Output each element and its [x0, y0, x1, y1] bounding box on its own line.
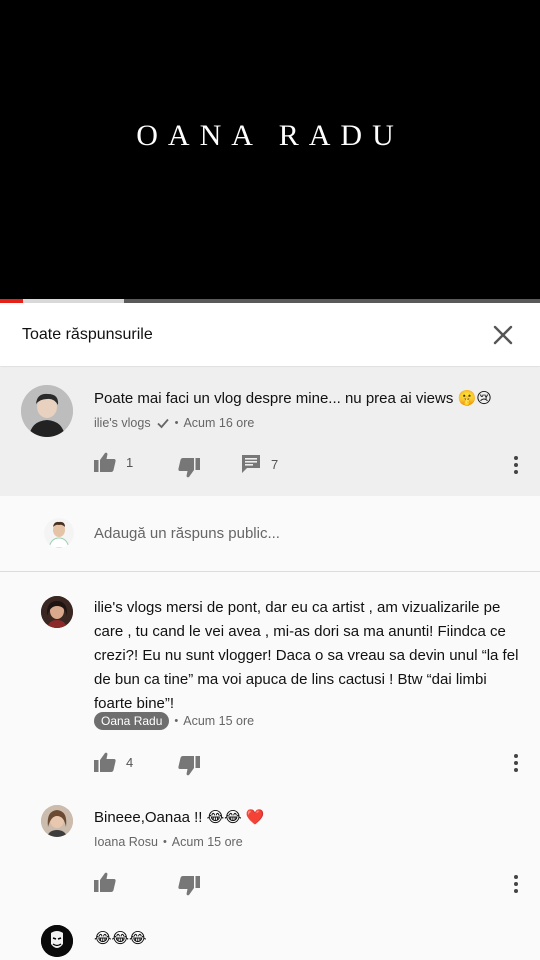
like-count: 1 — [126, 454, 134, 470]
comment-actions — [0, 870, 540, 900]
comment-meta: Ioana Rosu • Acum 15 ore — [94, 835, 243, 849]
comment-text: Poate mai faci un vlog despre mine... nu… — [94, 390, 492, 407]
reply-comment: Bineee,Oanaa !! 😂😂 ❤️ Ioana Rosu • Acum … — [0, 792, 540, 917]
close-icon — [493, 325, 513, 345]
dislike-button[interactable] — [178, 458, 200, 478]
panel-title: Toate răspunsurile — [22, 326, 153, 343]
reply-count: 7 — [271, 456, 279, 472]
comment-meta: ilie's vlogs • Acum 16 ore — [94, 416, 254, 430]
comment-time: Acum 15 ore — [171, 835, 243, 849]
video-player[interactable]: OANA RADU — [0, 0, 540, 300]
comment-text: ilie's vlogs mersi de pont, dar eu ca ar… — [94, 599, 519, 712]
top-comment: Poate mai faci un vlog despre mine... nu… — [0, 368, 540, 496]
comment-author[interactable]: ilie's vlogs — [94, 416, 151, 430]
avatar[interactable] — [41, 805, 73, 837]
comment-text: Bineee,Oanaa !! 😂😂 ❤️ — [94, 809, 265, 826]
more-vert-icon — [514, 875, 518, 893]
comment-actions: 4 — [0, 750, 540, 780]
reply-button[interactable]: 7 — [241, 454, 278, 474]
comment-text: 😂😂😂 — [94, 930, 147, 947]
dislike-button[interactable] — [178, 756, 200, 776]
replies-panel-header: Toate răspunsurile — [0, 303, 540, 367]
reply-comment-icon — [242, 455, 260, 473]
verified-check-icon — [156, 418, 169, 429]
separator-dot: • — [162, 836, 167, 848]
more-options-button[interactable] — [506, 751, 526, 775]
reply-comment: ilie's vlogs mersi de pont, dar eu ca ar… — [0, 572, 540, 792]
dislike-button[interactable] — [178, 876, 200, 896]
thumbs-up-icon — [94, 752, 116, 772]
separator-dot: • — [174, 715, 179, 727]
thumbs-down-icon — [178, 458, 200, 478]
separator-dot: • — [174, 417, 179, 429]
thumbs-up-icon — [94, 872, 116, 892]
thumbs-up-icon — [94, 452, 116, 472]
close-button[interactable] — [488, 320, 518, 350]
more-options-button[interactable] — [506, 872, 526, 896]
thumbs-down-icon — [178, 876, 200, 896]
comment-time: Acum 16 ore — [183, 416, 255, 430]
reply-input[interactable]: Adaugă un răspuns public... — [94, 525, 280, 542]
comment-author[interactable]: Ioana Rosu — [94, 835, 158, 849]
avatar[interactable] — [21, 385, 73, 437]
like-count: 4 — [126, 754, 134, 770]
comment-time: Acum 15 ore — [183, 714, 255, 728]
thumbs-down-icon — [178, 756, 200, 776]
creator-name-badge[interactable]: Oana Radu — [94, 712, 170, 730]
comment-actions: 1 7 — [0, 450, 540, 480]
comment-meta: Oana Radu • Acum 15 ore — [94, 712, 254, 730]
more-options-button[interactable] — [506, 453, 526, 477]
more-vert-icon — [514, 754, 518, 772]
avatar[interactable] — [41, 925, 73, 957]
more-vert-icon — [514, 456, 518, 474]
video-title-overlay: OANA RADU — [136, 119, 404, 152]
reply-compose-box: Adaugă un răspuns public... — [0, 496, 540, 572]
reply-comment: 😂😂😂 — [0, 917, 540, 960]
avatar[interactable] — [41, 596, 73, 628]
like-button[interactable]: 1 — [94, 452, 133, 472]
like-button[interactable]: 4 — [94, 752, 133, 772]
current-user-avatar — [44, 518, 74, 548]
like-button[interactable] — [94, 872, 116, 892]
